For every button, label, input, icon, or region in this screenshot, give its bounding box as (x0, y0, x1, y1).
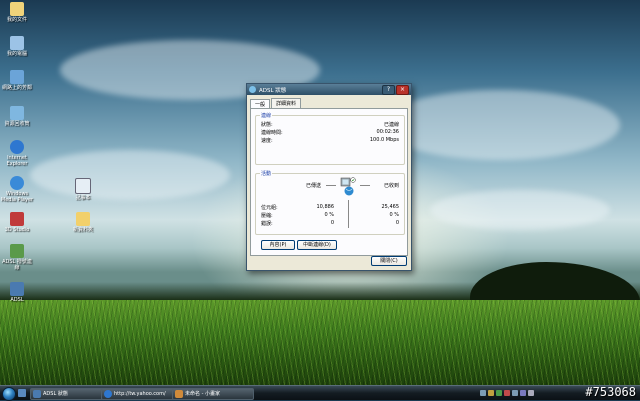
bytes-label: 位元組: (261, 205, 278, 211)
desktop-icon-label: 我的電腦 (6, 51, 27, 57)
bytes-received: 25,465 (381, 204, 400, 210)
connection-icon (10, 282, 24, 296)
tray-icon[interactable] (488, 390, 494, 396)
folder-icon (76, 212, 90, 226)
compression-label: 壓縮: (261, 213, 273, 219)
cloud (30, 150, 230, 200)
disconnect-button[interactable]: 中斷連線(D) (297, 240, 337, 250)
title-bar[interactable]: ADSL 狀態 ? × (247, 84, 411, 95)
bytes-sent: 10,886 (316, 204, 335, 210)
desktop-icon-label: ADSL (10, 297, 24, 303)
desktop-icon-label: 網路上的芳鄰 (1, 85, 32, 91)
tray-icon[interactable] (512, 390, 518, 396)
received-label: 已收到 (383, 183, 399, 189)
taskbar-item-label: 未命名 - 小畫家 (185, 391, 220, 397)
desktop-icon-label: 3D Studio (4, 227, 30, 233)
connection-icon (10, 244, 24, 258)
computer-icon (10, 36, 24, 50)
desktop-icon-label: 記事本 (75, 195, 91, 201)
folder-icon (10, 2, 24, 16)
desktop-icon-new-folder[interactable]: 新資料夾 (66, 212, 100, 233)
desktop-icon-adsl[interactable]: ADSL (0, 282, 34, 303)
desktop-icon-label: 新資料夾 (72, 227, 93, 233)
desktop-icon-media-player[interactable]: Windows Media Player (0, 176, 34, 203)
duration-label: 連線時間: (261, 130, 283, 136)
start-button[interactable] (2, 387, 16, 401)
close-dialog-button[interactable]: 關閉(C) (371, 256, 407, 266)
tray-icon[interactable] (496, 390, 502, 396)
close-button[interactable]: × (396, 84, 409, 95)
desktop-icon-recycle-bin[interactable]: 資源回收筒 (0, 106, 34, 127)
help-button[interactable]: ? (382, 84, 395, 95)
window-title: ADSL 狀態 (259, 87, 287, 94)
cloud (430, 190, 610, 230)
volume-icon[interactable] (528, 390, 534, 396)
sent-line (326, 185, 336, 186)
taskbar-item-label: ADSL 狀態 (43, 391, 68, 397)
system-tray (480, 388, 580, 398)
errors-sent: 0 (330, 220, 334, 226)
desktop-icon-network[interactable]: 網路上的芳鄰 (0, 70, 34, 91)
notepad-icon (75, 178, 91, 194)
received-line (360, 185, 370, 186)
activity-group-label: 活動 (260, 170, 273, 177)
network-icon (249, 86, 256, 93)
network-icon (10, 70, 24, 84)
activity-divider (348, 200, 349, 228)
desktop-icon-label: Internet Explorer (6, 155, 28, 167)
network-computers-icon (340, 177, 356, 196)
desktop-icon-3d-studio[interactable]: 3D Studio (0, 212, 34, 233)
status-label: 狀態: (261, 122, 273, 128)
3d-studio-icon (10, 212, 24, 226)
speed-label: 速度: (261, 138, 273, 144)
taskbar-item-browser[interactable]: http://tw.yahoo.com/ (101, 388, 183, 400)
tab-panel-general: 連線 狀態: 已連線 連線時間: 00:02:36 速度: 100.0 Mbps… (250, 108, 408, 256)
connection-group: 連線 狀態: 已連線 連線時間: 00:02:36 速度: 100.0 Mbps (255, 112, 405, 165)
recycle-bin-icon (10, 106, 24, 120)
cloud (380, 90, 620, 160)
network-icon (33, 390, 41, 398)
paint-icon (175, 390, 183, 398)
desktop-icon-label: ADSL 撥號連線 (2, 259, 32, 271)
tray-icon[interactable] (520, 390, 526, 396)
desktop-icon-my-documents[interactable]: 我的文件 (0, 2, 34, 23)
properties-button[interactable]: 內容(P) (261, 240, 295, 250)
tab-strip: 一般 詳細資料 (247, 95, 411, 109)
taskbar: ADSL 狀態 http://tw.yahoo.com/ 未命名 - 小畫家 (0, 385, 640, 401)
watermark: #753068 (585, 385, 636, 399)
sent-label: 已傳送 (306, 183, 322, 189)
tray-icon[interactable] (504, 390, 510, 396)
ie-icon (10, 140, 24, 154)
activity-group: 活動 已傳送 已收到 位元組: 10,886 25,465 壓縮: 0 % 0 … (255, 170, 405, 235)
compression-received: 0 % (389, 212, 399, 218)
adsl-status-window: ADSL 狀態 ? × 一般 詳細資料 連線 狀態: 已連線 連線時間: 00:… (246, 83, 412, 271)
desktop-icon-adsl-dialer[interactable]: ADSL 撥號連線 (0, 244, 34, 271)
tab-details[interactable]: 詳細資料 (271, 98, 302, 108)
grass-field (0, 300, 640, 386)
compression-sent: 0 % (324, 212, 334, 218)
media-player-icon (10, 176, 24, 190)
connection-group-label: 連線 (260, 112, 273, 119)
desktop-icon-label: Windows Media Player (0, 191, 34, 203)
quick-launch (18, 389, 26, 397)
taskbar-item-paint[interactable]: 未命名 - 小畫家 (172, 388, 254, 400)
tray-icon[interactable] (480, 390, 486, 396)
errors-received: 0 (395, 220, 399, 226)
desktop-icon-my-computer[interactable]: 我的電腦 (0, 36, 34, 57)
desktop-icon-internet-explorer[interactable]: Internet Explorer (0, 140, 34, 167)
desktop-icon-label: 資源回收筒 (4, 121, 30, 127)
status-value: 已連線 (383, 122, 399, 128)
desktop-icon-label: 我的文件 (6, 17, 27, 23)
duration-value: 00:02:36 (376, 129, 399, 135)
ie-icon (104, 390, 112, 398)
desktop-icon-notepad[interactable]: 記事本 (66, 178, 100, 201)
speed-value: 100.0 Mbps (369, 137, 399, 143)
errors-label: 錯誤: (261, 221, 273, 227)
taskbar-item-label: http://tw.yahoo.com/ (114, 391, 166, 397)
taskbar-item-adsl-status[interactable]: ADSL 狀態 (30, 388, 112, 400)
